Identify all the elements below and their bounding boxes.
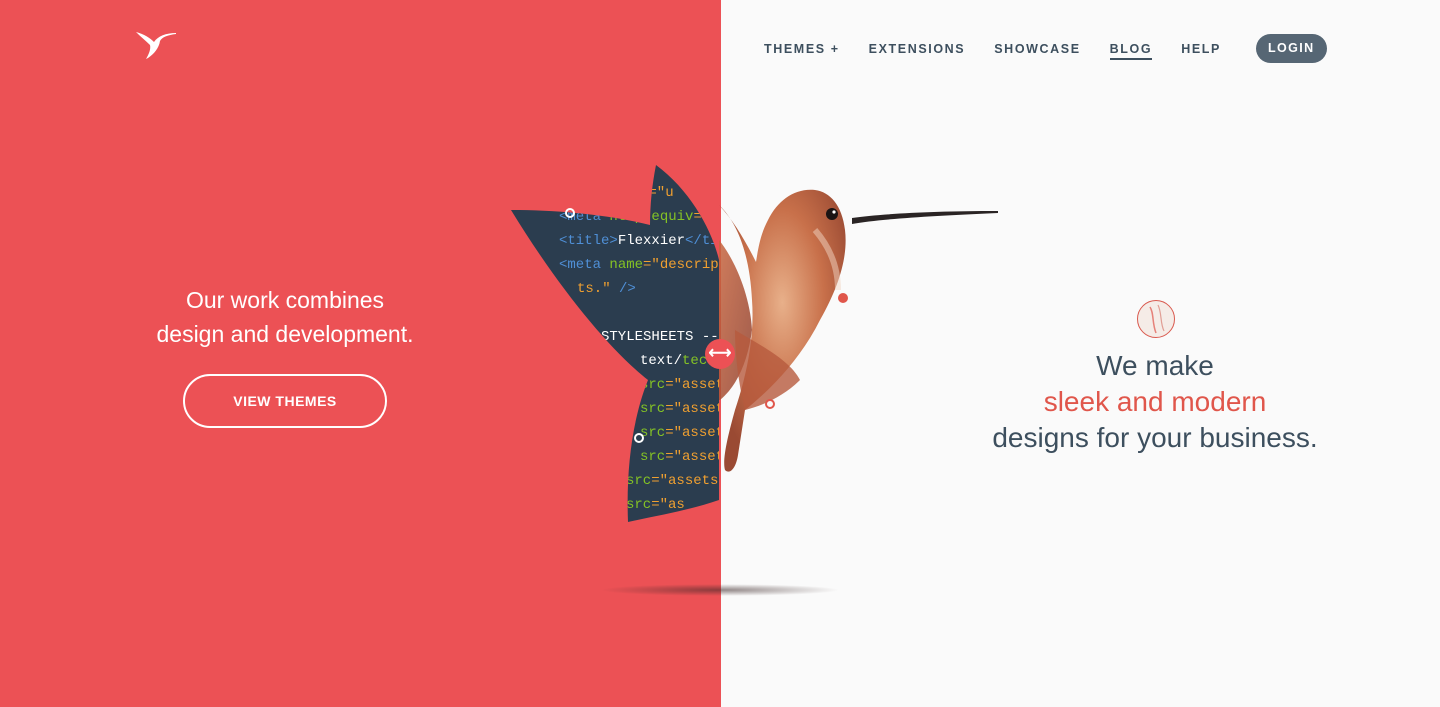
hero-left-line1: Our work combines (185, 287, 385, 313)
hero-right-line2: designs for your business. (992, 422, 1318, 453)
hero-right-line1: We make sleek and modern (950, 348, 1360, 420)
view-themes-button[interactable]: VIEW THEMES (183, 374, 387, 428)
main-nav: THEMES + EXTENSIONS SHOWCASE BLOG HELP L… (764, 34, 1327, 63)
nav-help[interactable]: HELP (1181, 42, 1221, 56)
bird-shadow (600, 584, 840, 596)
hero-left-line2: design and development. (156, 321, 414, 347)
nav-showcase[interactable]: SHOWCASE (994, 42, 1080, 56)
hero-right-prefix: We make (1096, 350, 1214, 381)
nav-blog[interactable]: BLOG (1109, 42, 1153, 60)
hero-right-accent: sleek and modern (1043, 386, 1267, 417)
hummingbird-logo-icon[interactable] (134, 28, 178, 62)
nav-extensions[interactable]: EXTENSIONS (869, 42, 966, 56)
login-button[interactable]: LOGIN (1255, 34, 1327, 63)
hero-right-tagline: We make sleek and modern designs for you… (950, 348, 1360, 456)
hero-left-tagline: Our work combines design and development… (120, 283, 450, 351)
nav-themes[interactable]: THEMES + (764, 42, 840, 56)
globe-icon (1137, 300, 1175, 338)
left-panel (0, 0, 721, 707)
left-right-arrows-icon[interactable]: ⟷ (705, 339, 735, 369)
